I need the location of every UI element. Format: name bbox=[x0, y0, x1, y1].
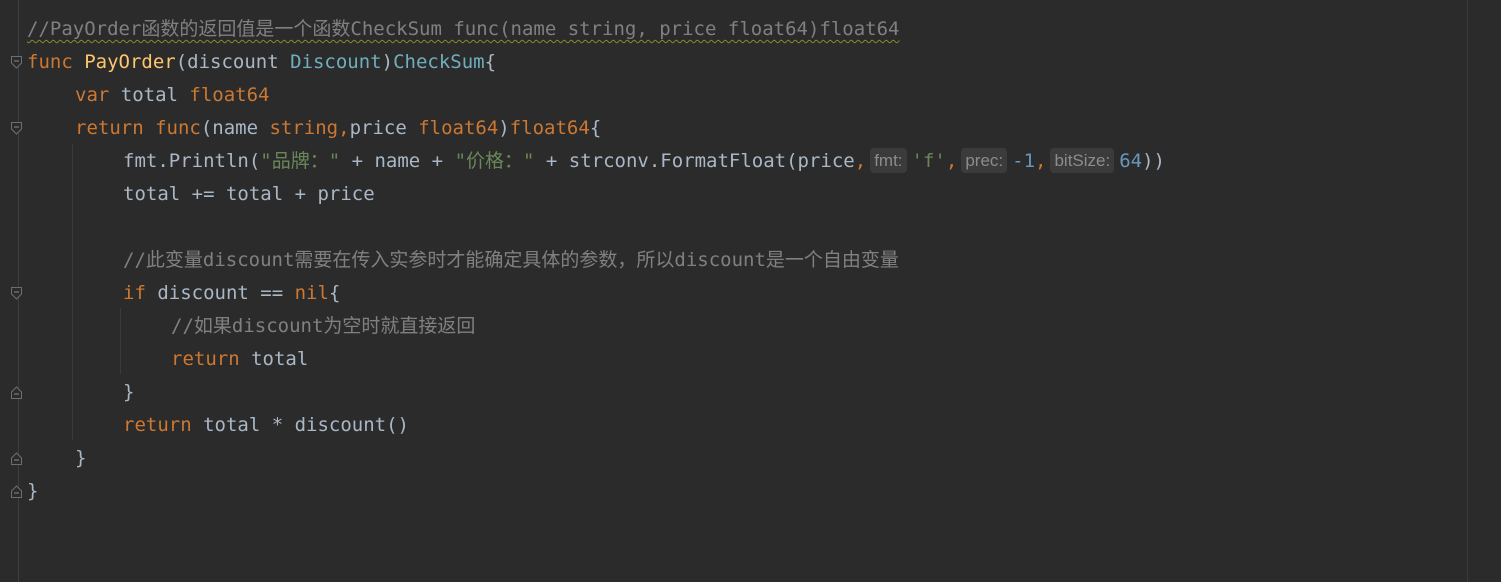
code-token: 'f' bbox=[911, 150, 946, 172]
code-token: } bbox=[123, 381, 135, 403]
fold-close-icon[interactable] bbox=[11, 485, 22, 498]
code-line[interactable]: //如果discount为空时就直接返回 bbox=[171, 310, 475, 343]
indent-guide bbox=[120, 308, 121, 374]
code-token: + strconv.FormatFloat(price bbox=[534, 150, 855, 172]
code-token: discount == bbox=[157, 282, 295, 304]
code-token: func bbox=[27, 51, 85, 73]
code-comment: //此变量discount需要在传入实参时才能确定具体的参数，所以discoun… bbox=[123, 249, 899, 271]
code-line[interactable]: return total bbox=[171, 343, 308, 376]
fold-close-icon[interactable] bbox=[11, 452, 22, 465]
code-token: { bbox=[589, 117, 602, 139]
code-line[interactable]: return total * discount() bbox=[123, 409, 409, 442]
code-token: func bbox=[155, 117, 201, 139]
code-line[interactable]: } bbox=[75, 442, 86, 475]
code-token: total += total + price bbox=[123, 183, 375, 205]
code-token: total bbox=[251, 348, 309, 370]
code-token: ) bbox=[498, 117, 510, 139]
code-token: , bbox=[945, 150, 958, 172]
code-token: , bbox=[854, 150, 867, 172]
code-token: { bbox=[484, 51, 497, 73]
code-line[interactable]: var total float64 bbox=[75, 79, 269, 112]
right-margin-guide bbox=[1467, 0, 1468, 582]
code-line[interactable]: } bbox=[123, 376, 134, 409]
code-token: 64 bbox=[1119, 150, 1143, 172]
code-line[interactable]: } bbox=[27, 475, 38, 508]
code-line[interactable]: total += total + price bbox=[123, 178, 375, 211]
code-token: fmt.Println( bbox=[123, 150, 261, 172]
code-token: return bbox=[171, 348, 252, 370]
code-token: price bbox=[349, 117, 419, 139]
code-token: (discount bbox=[175, 51, 291, 73]
fold-open-icon[interactable] bbox=[11, 122, 22, 135]
code-line[interactable]: fmt.Println("品牌：" + name + "价格：" + strco… bbox=[123, 145, 1165, 178]
code-token: total * discount() bbox=[203, 414, 409, 436]
code-token: return bbox=[75, 117, 156, 139]
code-token: ) bbox=[381, 51, 394, 73]
code-token: if bbox=[123, 282, 158, 304]
code-token: } bbox=[75, 447, 87, 469]
code-editor[interactable]: //PayOrder函数的返回值是一个函数CheckSum func(name … bbox=[0, 0, 1501, 582]
code-token: CheckSum bbox=[393, 51, 485, 73]
code-token: + name + bbox=[340, 150, 455, 172]
code-token: PayOrder bbox=[84, 51, 176, 73]
code-line[interactable]: if discount == nil{ bbox=[123, 277, 340, 310]
code-token: float64 bbox=[418, 117, 499, 139]
code-token: "价格：" bbox=[454, 150, 535, 172]
fold-open-icon[interactable] bbox=[11, 287, 22, 300]
fold-close-icon[interactable] bbox=[11, 386, 22, 399]
code-token: } bbox=[27, 480, 39, 502]
code-line[interactable]: func PayOrder(discount Discount)CheckSum… bbox=[27, 46, 496, 79]
code-token: total bbox=[120, 84, 190, 106]
code-line[interactable]: //PayOrder函数的返回值是一个函数CheckSum func(name … bbox=[27, 13, 899, 46]
code-line[interactable]: //此变量discount需要在传入实参时才能确定具体的参数，所以discoun… bbox=[123, 244, 899, 277]
code-token: -1 bbox=[1012, 150, 1036, 172]
parameter-hint: fmt: bbox=[870, 148, 907, 173]
code-token: Discount bbox=[290, 51, 382, 73]
code-token: nil bbox=[294, 282, 329, 304]
code-comment: //如果discount为空时就直接返回 bbox=[171, 315, 476, 337]
code-token: )) bbox=[1142, 150, 1165, 172]
code-token: string, bbox=[269, 117, 350, 139]
code-token: "品牌：" bbox=[260, 150, 341, 172]
parameter-hint: prec: bbox=[961, 148, 1008, 173]
code-token: var bbox=[75, 84, 121, 106]
parameter-hint: bitSize: bbox=[1050, 148, 1115, 173]
code-comment: //PayOrder函数的返回值是一个函数CheckSum func(name … bbox=[27, 18, 900, 40]
code-token: { bbox=[328, 282, 341, 304]
code-token: float64 bbox=[189, 84, 270, 106]
fold-open-icon[interactable] bbox=[11, 56, 22, 69]
code-token: float64 bbox=[509, 117, 590, 139]
code-token: (name bbox=[200, 117, 270, 139]
code-token: , bbox=[1035, 150, 1047, 172]
indent-guide bbox=[72, 144, 73, 440]
code-line[interactable]: return func(name string,price float64)fl… bbox=[75, 112, 601, 145]
code-token: return bbox=[123, 414, 204, 436]
